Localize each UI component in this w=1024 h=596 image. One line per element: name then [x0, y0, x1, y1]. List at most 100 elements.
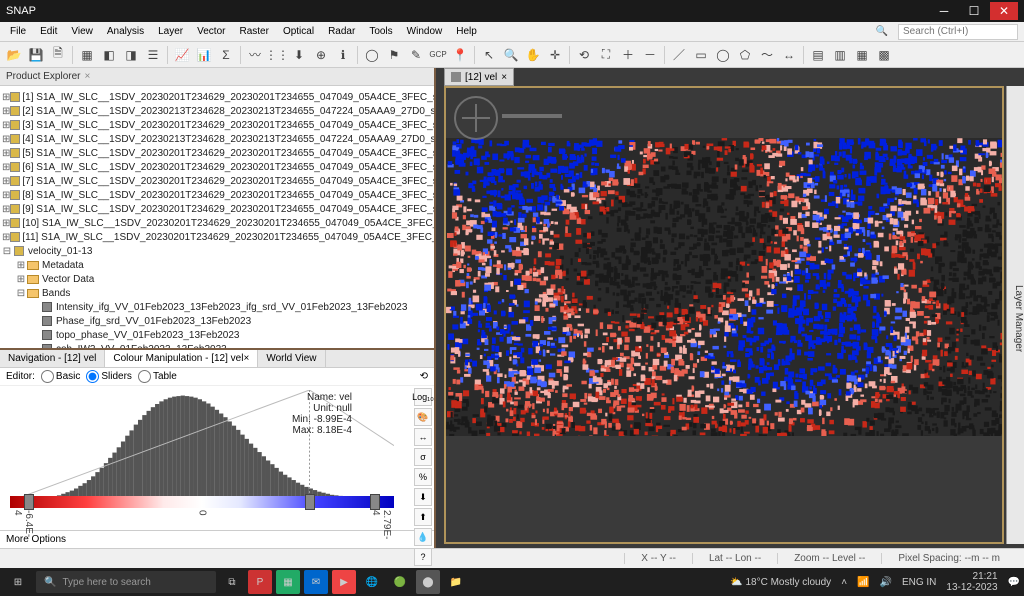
taskbar-search[interactable]: 🔍Type here to search [36, 571, 216, 593]
image-viewport[interactable] [444, 86, 1004, 544]
product-node[interactable]: ⊞[5] S1A_IW_SLC__1SDV_20230201T234629_20… [2, 146, 432, 160]
band-node[interactable]: Intensity_ifg_VV_01Feb2023_13Feb2023_ifg… [2, 300, 432, 314]
tile4-icon[interactable]: ▩ [874, 45, 894, 65]
chart-icon[interactable]: 📈 [172, 45, 192, 65]
menu-analysis[interactable]: Analysis [101, 24, 150, 39]
app-icon[interactable]: ✉ [304, 570, 328, 594]
zoomout-icon[interactable]: － [640, 45, 660, 65]
flag-icon[interactable]: ⚑ [384, 45, 404, 65]
info-icon[interactable]: ℹ [333, 45, 353, 65]
menu-window[interactable]: Window [401, 24, 449, 39]
product-node[interactable]: ⊞[4] S1A_IW_SLC__1SDV_20230213T234628_20… [2, 132, 432, 146]
product-node[interactable]: ⊞[2] S1A_IW_SLC__1SDV_20230213T234628_20… [2, 104, 432, 118]
search-input[interactable] [898, 24, 1018, 40]
palette-icon[interactable]: 🎨 [414, 408, 432, 426]
tray-wifi-icon[interactable]: 📶 [857, 577, 869, 588]
tray-clock[interactable]: 21:2113-12-2023 [946, 571, 997, 593]
minimize-button[interactable]: ─ [930, 2, 958, 20]
pin-icon[interactable]: 📍 [450, 45, 470, 65]
tile3-icon[interactable]: ▦ [852, 45, 872, 65]
tray-lang[interactable]: ENG IN [902, 577, 936, 588]
tab-navigation[interactable]: Navigation - [12] vel [0, 350, 105, 367]
save-icon[interactable]: 💾 [26, 45, 46, 65]
tile1-icon[interactable]: ▤ [808, 45, 828, 65]
image-view-tab[interactable]: [12] vel × [444, 68, 514, 86]
scatter-icon[interactable]: ⋮⋮ [267, 45, 287, 65]
menu-help[interactable]: Help [450, 24, 483, 39]
weather-widget[interactable]: ⛅ 18°C Mostly cloudy [730, 577, 831, 588]
menu-vector[interactable]: Vector [191, 24, 231, 39]
draw-free-icon[interactable]: 〜 [757, 45, 777, 65]
export-icon[interactable]: ⬆ [414, 508, 432, 526]
sync-icon[interactable]: ⟲ [574, 45, 594, 65]
layer-icon[interactable]: ◧ [99, 45, 119, 65]
stretch2-icon[interactable]: % [414, 468, 432, 486]
cross-icon[interactable]: ✛ [545, 45, 565, 65]
menu-view[interactable]: View [65, 24, 99, 39]
colour-gradient-slider[interactable] [10, 496, 394, 508]
c2-icon[interactable]: ◯ [362, 45, 382, 65]
range-icon[interactable]: ↔ [779, 45, 799, 65]
menu-raster[interactable]: Raster [233, 24, 274, 39]
folder-vector-data[interactable]: ⊞Vector Data [2, 272, 432, 286]
product-explorer-tab[interactable]: Product Explorer× [0, 68, 434, 86]
start-button[interactable]: ⊞ [4, 570, 32, 594]
help-icon[interactable]: ? [414, 548, 432, 566]
reset-icon[interactable]: ⟲ [420, 371, 428, 382]
task-view-icon[interactable]: ⧉ [220, 570, 244, 594]
menu-layer[interactable]: Layer [152, 24, 189, 39]
tab-colour-manipulation[interactable]: Colour Manipulation - [12] vel× [105, 350, 258, 367]
draw-poly-icon[interactable]: ⬠ [735, 45, 755, 65]
product-node[interactable]: ⊞[3] S1A_IW_SLC__1SDV_20230201T234629_20… [2, 118, 432, 132]
saveall-icon[interactable]: 🗎 [48, 45, 68, 65]
mask-icon[interactable]: ◨ [121, 45, 141, 65]
rgb-icon[interactable]: ▦ [77, 45, 97, 65]
gcp-icon[interactable]: ⊕ [311, 45, 331, 65]
tray-volume-icon[interactable]: 🔊 [879, 577, 891, 588]
close-tab-icon[interactable]: × [243, 353, 249, 364]
tray-notifications-icon[interactable]: 💬 [1008, 577, 1020, 588]
app-icon[interactable]: ▦ [276, 570, 300, 594]
hist-icon[interactable]: 📊 [194, 45, 214, 65]
stretch1-icon[interactable]: σ [414, 448, 432, 466]
tile2-icon[interactable]: ▥ [830, 45, 850, 65]
histogram-chart[interactable]: Name: vel Unit: null Min: -8.99E-4 Max: … [10, 390, 394, 494]
product-node[interactable]: ⊞[1] S1A_IW_SLC__1SDV_20230201T234629_20… [2, 90, 432, 104]
app-icon[interactable]: ▶ [332, 570, 356, 594]
app-icon[interactable]: 🟢 [388, 570, 412, 594]
navigation-wheel-icon[interactable] [454, 96, 498, 140]
product-node[interactable]: ⊞[7] S1A_IW_SLC__1SDV_20230201T234629_20… [2, 174, 432, 188]
slider-thumb-mid[interactable] [305, 494, 315, 510]
draw-line-icon[interactable]: ／ [669, 45, 689, 65]
editor-table[interactable]: Table [138, 370, 177, 383]
close-panel-icon[interactable]: × [84, 71, 90, 82]
menu-file[interactable]: File [4, 24, 32, 39]
editor-basic[interactable]: Basic [41, 370, 80, 383]
zoomall-icon[interactable]: ⛶ [596, 45, 616, 65]
open-icon[interactable]: 📂 [4, 45, 24, 65]
label-icon[interactable]: ✎ [406, 45, 426, 65]
app-icon[interactable]: 📁 [444, 570, 468, 594]
app-icon[interactable]: ⬤ [416, 570, 440, 594]
close-view-icon[interactable]: × [501, 72, 507, 83]
app-icon[interactable]: 🌐 [360, 570, 384, 594]
maximize-button[interactable]: ☐ [960, 2, 988, 20]
menu-edit[interactable]: Edit [34, 24, 63, 39]
editor-sliders[interactable]: Sliders [86, 370, 132, 383]
band-node[interactable]: topo_phase_VV_01Feb2023_13Feb2023 [2, 328, 432, 342]
slider-thumb-min[interactable] [24, 494, 34, 510]
profile-icon[interactable]: 〰 [245, 45, 265, 65]
folder-bands[interactable]: ⊟Bands [2, 286, 432, 300]
band-node[interactable]: Phase_ifg_srd_VV_01Feb2023_13Feb2023 [2, 314, 432, 328]
app-icon[interactable]: P [248, 570, 272, 594]
select-icon[interactable]: ↖ [479, 45, 499, 65]
band-icon[interactable]: ☰ [143, 45, 163, 65]
product-tree[interactable]: ⊞[1] S1A_IW_SLC__1SDV_20230201T234629_20… [0, 86, 434, 348]
product-node-open[interactable]: ⊟velocity_01-13 [2, 244, 432, 258]
zoom-slider[interactable] [502, 114, 562, 118]
tab-world-view[interactable]: World View [258, 350, 325, 367]
product-node[interactable]: ⊞[8] S1A_IW_SLC__1SDV_20230201T234629_20… [2, 188, 432, 202]
pins-icon[interactable]: ⬇ [289, 45, 309, 65]
menu-tools[interactable]: Tools [363, 24, 398, 39]
menu-radar[interactable]: Radar [322, 24, 361, 39]
